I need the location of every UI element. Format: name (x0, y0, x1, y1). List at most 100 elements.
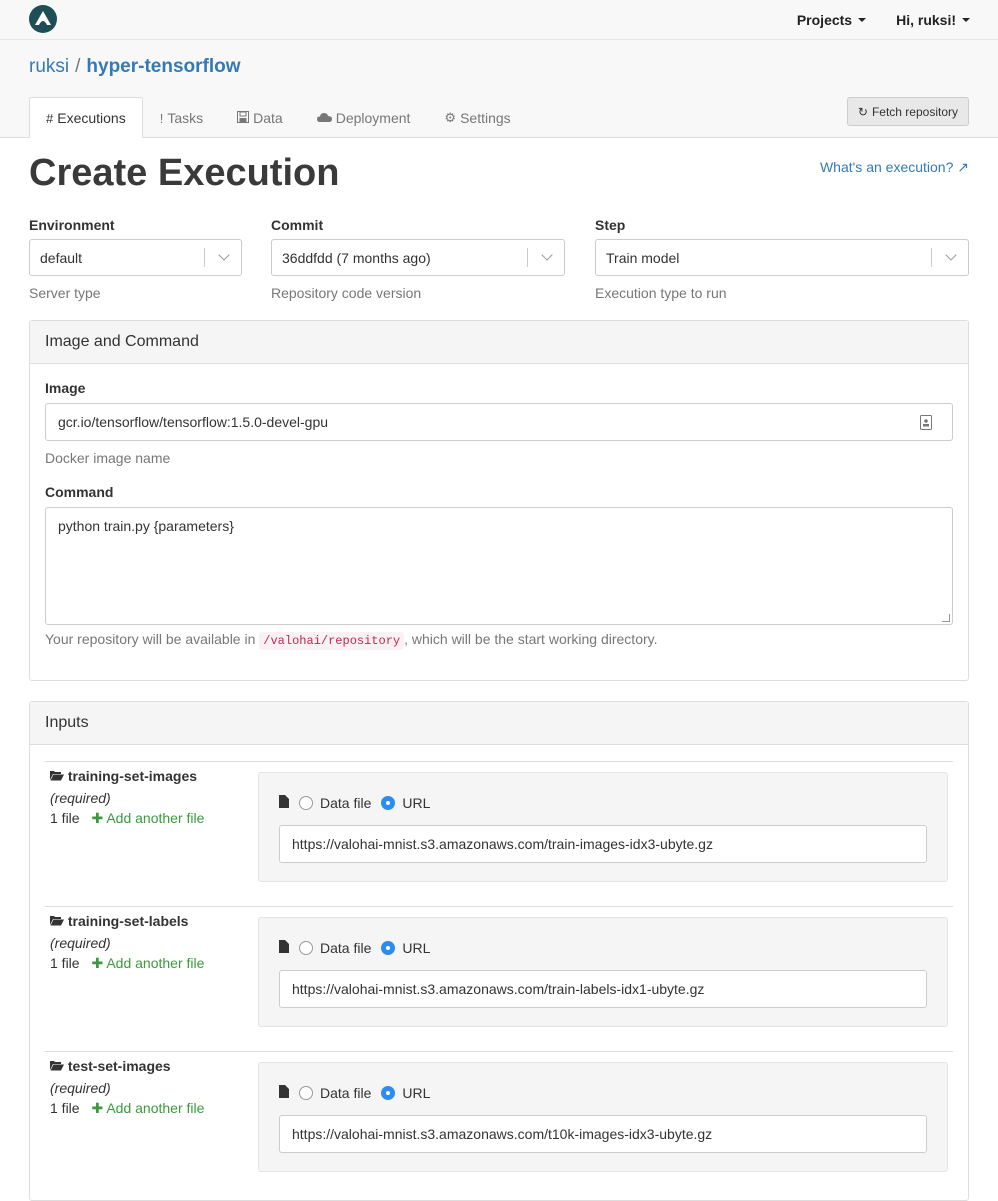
commit-select[interactable]: 36ddfdd (7 months ago) (271, 239, 565, 276)
url-radio[interactable] (381, 1086, 396, 1100)
input-name-label: training-set-labels (67, 913, 189, 929)
input-row: training-set-labels (required) 1 file ✚ … (45, 906, 953, 1051)
url-input[interactable]: https://valohai-mnist.s3.amazonaws.com/t… (279, 825, 927, 863)
file-icon (279, 795, 289, 811)
tab-tasks[interactable]: ! Tasks (143, 97, 220, 138)
file-icon (279, 940, 289, 956)
step-group: Step Train model Execution type to run (595, 217, 969, 301)
projects-menu-label: Projects (796, 12, 853, 28)
tab-label: Deployment (335, 110, 411, 126)
main-content: Create Execution What's an execution? ↗ … (0, 138, 998, 1201)
image-input[interactable]: gcr.io/tensorflow/tensorflow:1.5.0-devel… (45, 403, 953, 441)
caret-down-icon (962, 18, 970, 22)
add-another-file-label: Add another file (106, 955, 205, 971)
command-label: Command (45, 484, 114, 500)
environment-group: Environment default Server type (29, 217, 242, 301)
data-file-radio[interactable] (299, 1086, 313, 1100)
source-radio-group: Data file URL (279, 795, 430, 811)
whats-an-execution-link[interactable]: What's an execution? ↗ (820, 159, 969, 176)
url-label: URL (402, 1085, 431, 1101)
image-command-heading: Image and Command (30, 321, 968, 364)
input-file-count: 1 file ✚ Add another file (50, 1100, 204, 1117)
add-another-file-link[interactable]: ✚ Add another file (91, 810, 204, 826)
project-header: ruksi / hyper-tensorflow # Executions ! Ta… (0, 40, 998, 138)
environment-select[interactable]: default (29, 239, 242, 276)
source-radio-group: Data file URL (279, 940, 430, 956)
source-radio-group: Data file URL (279, 1085, 430, 1101)
plus-icon: ✚ (91, 955, 104, 971)
url-radio[interactable] (381, 796, 396, 810)
data-file-label: Data file (320, 1085, 372, 1101)
add-another-file-label: Add another file (106, 810, 205, 826)
breadcrumb-repo-link[interactable]: hyper-tensorflow (86, 56, 240, 77)
tab-label: Data (253, 110, 283, 126)
file-count-label: 1 file (50, 1100, 80, 1116)
inputs-heading: Inputs (30, 702, 968, 745)
step-value: Train model (606, 249, 680, 266)
input-name-label: test-set-images (67, 1058, 171, 1074)
select-divider (527, 248, 528, 267)
repository-help: Your repository will be available in /va… (45, 631, 953, 650)
url-input[interactable]: https://valohai-mnist.s3.amazonaws.com/t… (279, 1115, 927, 1153)
step-select[interactable]: Train model (595, 239, 969, 276)
breadcrumb: ruksi / hyper-tensorflow (29, 56, 241, 78)
tab-executions[interactable]: # Executions (29, 97, 143, 138)
cloud-icon (316, 111, 332, 126)
commit-group: Commit 36ddfdd (7 months ago) Repository… (271, 217, 565, 301)
input-name: training-set-labels (50, 913, 188, 929)
tab-data[interactable]: Data (220, 97, 300, 138)
data-file-radio[interactable] (299, 796, 313, 810)
fetch-repository-button[interactable]: ↻ Fetch repository (846, 97, 969, 126)
refresh-icon: ↻ (857, 104, 868, 119)
tab-settings[interactable]: ⚙ Settings (427, 97, 527, 138)
gear-icon: ⚙ (444, 110, 457, 125)
input-name: test-set-images (50, 1058, 171, 1074)
input-name-label: training-set-images (67, 768, 198, 784)
chevron-down-icon (541, 249, 553, 261)
projects-menu[interactable]: Projects (796, 12, 867, 28)
environment-help: Server type (29, 285, 101, 301)
tab-label: Settings (460, 110, 511, 126)
data-file-label: Data file (320, 940, 372, 956)
url-input[interactable]: https://valohai-mnist.s3.amazonaws.com/t… (279, 970, 927, 1008)
breadcrumb-owner-link[interactable]: ruksi (29, 56, 69, 77)
add-another-file-link[interactable]: ✚ Add another file (91, 955, 204, 971)
commit-help: Repository code version (271, 285, 422, 301)
image-input-value: gcr.io/tensorflow/tensorflow:1.5.0-devel… (58, 414, 329, 430)
input-required: (required) (50, 1080, 111, 1096)
input-required: (required) (50, 790, 111, 806)
step-label: Step (595, 217, 626, 233)
image-command-panel: Image and Command Image gcr.io/tensorflo… (29, 320, 969, 681)
command-value: python train.py {parameters} (58, 518, 234, 534)
add-another-file-label: Add another file (106, 1100, 205, 1116)
chevron-down-icon (945, 249, 957, 261)
add-another-file-link[interactable]: ✚ Add another file (91, 1100, 204, 1116)
file-icon (279, 1085, 289, 1101)
file-count-label: 1 file (50, 810, 80, 826)
tab-deployment[interactable]: Deployment (300, 97, 428, 138)
resize-handle-icon[interactable] (942, 614, 950, 622)
input-row: training-set-images (required) 1 file ✚ … (45, 761, 953, 906)
user-menu-label: Hi, ruksi! (896, 12, 956, 28)
select-divider (204, 248, 205, 267)
fetch-repository-label: Fetch repository (871, 104, 958, 119)
image-label: Image (45, 380, 86, 396)
data-file-radio[interactable] (299, 941, 313, 955)
input-source-well: Data file URL https://valohai-mnist.s3.a… (258, 917, 948, 1027)
url-radio[interactable] (381, 941, 396, 955)
floppy-disk-icon (237, 110, 250, 126)
input-source-well: Data file URL https://valohai-mnist.s3.a… (258, 772, 948, 882)
command-textarea[interactable]: python train.py {parameters} (45, 507, 953, 625)
top-navbar: Projects Hi, ruksi! (0, 0, 998, 40)
valohai-logo-icon[interactable] (29, 5, 57, 33)
select-divider (931, 248, 932, 267)
repository-help-after: , which will be the start working direct… (404, 631, 658, 647)
input-required: (required) (50, 935, 111, 951)
image-help: Docker image name (45, 450, 171, 466)
repository-path: /valohai/repository (259, 632, 405, 650)
environment-value: default (40, 249, 83, 266)
inputs-panel: Inputs training-set-images (required) 1 … (29, 701, 969, 1201)
url-label: URL (402, 940, 431, 956)
input-file-count: 1 file ✚ Add another file (50, 810, 204, 827)
user-menu[interactable]: Hi, ruksi! (896, 12, 970, 28)
